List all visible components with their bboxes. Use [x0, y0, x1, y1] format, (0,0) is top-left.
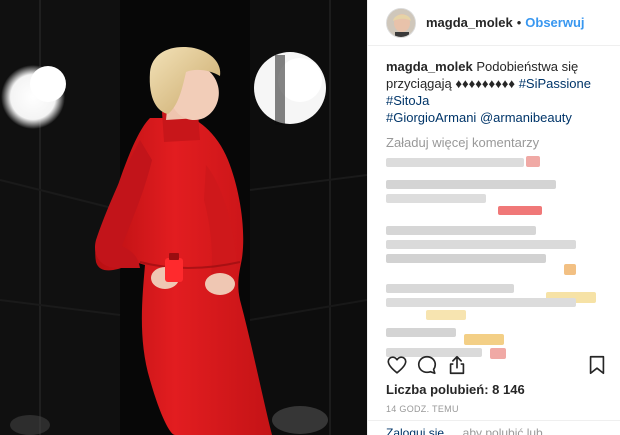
blurred-comment — [386, 226, 536, 235]
post-username[interactable]: magda_molek — [426, 15, 513, 30]
post-header: magda_molek • Obserwuj — [368, 0, 620, 46]
blurred-comment-emoji — [564, 264, 576, 275]
comment-bubble-icon[interactable] — [416, 354, 438, 376]
separator-dot: • — [516, 15, 522, 30]
comments-section: magda_molek Podobieństwa się przyciągają… — [386, 58, 608, 370]
load-more-comments-button[interactable]: Załaduj więcej komentarzy — [386, 135, 608, 150]
post-photo[interactable] — [0, 0, 367, 435]
blurred-comment — [386, 328, 456, 337]
post-actions-bar — [386, 352, 608, 378]
blurred-comment — [386, 298, 576, 307]
blurred-comment — [386, 284, 514, 293]
caption-hashtag[interactable]: #GiorgioArmani — [386, 110, 476, 125]
login-prompt-text: , aby polubić lub — [456, 426, 543, 435]
post-sidebar: magda_molek • Obserwuj magda_molek Podob… — [367, 0, 620, 435]
follow-button[interactable]: Obserwuj — [525, 15, 584, 30]
blurred-comment — [386, 180, 556, 189]
caption-username[interactable]: magda_molek — [386, 59, 473, 74]
blurred-comment — [386, 240, 576, 249]
heart-icon[interactable] — [386, 354, 408, 376]
blurred-comment-emoji — [464, 334, 504, 345]
post-caption: magda_molek Podobieństwa się przyciągają… — [386, 58, 608, 126]
caption-hashtag[interactable]: #SiPassione — [519, 76, 591, 91]
blurred-comment — [386, 254, 546, 263]
blurred-comments — [386, 156, 608, 370]
caption-text-2: przyciągają ♦♦♦♦♦♦♦♦♦ — [386, 76, 516, 91]
login-prompt: Zaloguj się , aby polubić lub — [368, 420, 620, 435]
avatar[interactable] — [386, 7, 416, 38]
blurred-comment — [386, 194, 486, 203]
avatar-image — [387, 8, 415, 37]
caption-text-1: Podobieństwa się — [476, 59, 579, 74]
post-timestamp: 14 GODZ. TEMU — [386, 404, 459, 414]
like-count[interactable]: Liczba polubień: 8 146 — [386, 382, 525, 397]
post-photo-image — [0, 0, 367, 435]
login-link[interactable]: Zaloguj się — [386, 426, 444, 435]
caption-hashtag[interactable]: #SitoJa — [386, 93, 429, 108]
blurred-comment-emoji — [426, 310, 466, 320]
blurred-comment-emoji — [498, 206, 542, 215]
share-icon[interactable] — [446, 354, 468, 376]
bookmark-icon[interactable] — [586, 354, 608, 376]
caption-mention[interactable]: @armanibeauty — [480, 110, 572, 125]
blurred-comment — [386, 158, 524, 167]
blurred-comment-emoji — [526, 156, 540, 167]
